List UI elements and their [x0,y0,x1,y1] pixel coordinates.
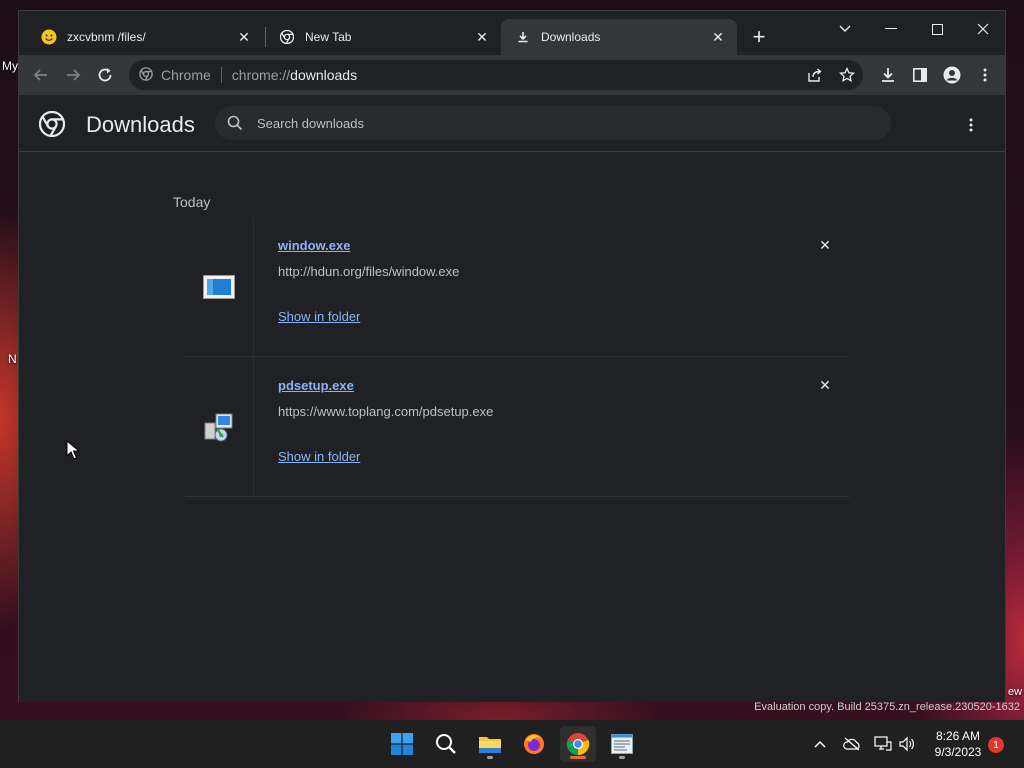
close-icon[interactable]: ✕ [235,28,253,46]
window-app-icon [185,217,253,357]
minimize-button[interactable] [871,15,911,43]
tab-new-tab[interactable]: New Tab ✕ [265,19,501,55]
tab-title: New Tab [305,30,352,44]
notepad-icon [611,734,633,754]
card-divider [253,357,254,497]
site-chip-label: Chrome [161,67,211,83]
more-menu-icon[interactable] [969,61,1001,89]
page-title: Downloads [86,112,195,137]
downloads-header: Downloads [19,95,1005,152]
omnibox-divider [220,67,222,83]
tab-title: Downloads [541,30,601,44]
download-icon [515,29,531,45]
notification-badge[interactable]: 1 [988,737,1004,753]
maximize-button[interactable] [917,15,957,43]
network-icon[interactable] [873,734,893,754]
tab-title: zxcvbnm /files/ [67,30,146,44]
chrome-icon [566,733,590,756]
date-section-label: Today [173,194,211,210]
file-explorer-button[interactable] [472,726,508,762]
search-icon [436,734,456,754]
url-host: downloads [290,67,358,83]
desktop-icon-label[interactable]: N [8,352,17,366]
side-panel-icon[interactable] [904,61,936,89]
search-input[interactable] [257,115,857,131]
download-item: window.exe http://hdun.org/files/window.… [185,217,849,357]
volume-icon[interactable] [897,734,917,754]
address-bar[interactable]: Chrome chrome://downloads [129,60,863,90]
windows-logo-icon [391,733,413,755]
evaluation-watermark: Evaluation copy. Build 25375.zn_release.… [754,701,1020,713]
remove-from-list-close-icon[interactable]: ✕ [815,235,835,255]
more-actions-icon[interactable] [961,115,981,135]
chrome-icon [279,29,295,45]
url-text[interactable]: chrome://downloads [232,67,357,83]
tab-search-chevron-icon[interactable] [825,15,865,43]
start-button[interactable] [384,726,420,762]
taskbar: 8:26 AM 9/3/2023 1 [0,720,1024,768]
tab-strip: zxcvbnm /files/ ✕ New Tab ✕ Downloads ✕ … [19,11,1005,55]
profile-avatar-icon[interactable] [936,61,968,89]
show-hidden-icons-chevron-icon[interactable] [810,734,830,754]
forward-button[interactable] [59,61,87,89]
url-scheme: chrome:// [231,67,291,83]
running-indicator [570,756,586,759]
tab-zxcvbnm[interactable]: zxcvbnm /files/ ✕ [27,19,263,55]
running-indicator [619,756,625,759]
show-in-folder-link[interactable]: Show in folder [278,309,360,324]
firefox-button[interactable] [516,726,552,762]
show-in-folder-link[interactable]: Show in folder [278,449,360,464]
share-icon[interactable] [799,60,831,90]
notepad-button[interactable] [604,726,640,762]
clock-date: 9/3/2023 [934,745,982,759]
chrome-logo-icon [38,110,66,138]
mouse-cursor-icon [66,439,81,465]
browser-window: zxcvbnm /files/ ✕ New Tab ✕ Downloads ✕ … [18,10,1006,702]
remove-from-list-close-icon[interactable]: ✕ [815,375,835,395]
file-name-link[interactable]: window.exe [278,238,350,253]
close-window-button[interactable] [963,15,1003,43]
file-url: http://hdun.org/files/window.exe [278,264,460,279]
running-indicator [487,756,493,759]
desktop-icon-label[interactable]: ew [1008,686,1022,698]
firefox-icon [524,734,544,754]
item-separator [185,496,849,497]
reload-button[interactable] [91,61,119,89]
back-button[interactable] [27,61,55,89]
card-divider [253,217,254,357]
downloads-page: Downloads Today window.exe http://hdun.o… [19,95,1005,702]
search-downloads-field[interactable] [215,106,891,140]
clock-time: 8:26 AM [935,729,981,743]
folder-icon [479,737,501,753]
close-icon[interactable]: ✕ [709,28,727,46]
bookmark-star-icon[interactable] [831,60,863,90]
file-name-link[interactable]: pdsetup.exe [278,378,354,393]
file-url: https://www.toplang.com/pdsetup.exe [278,404,494,419]
tab-downloads[interactable]: Downloads ✕ [501,19,737,55]
taskbar-clock[interactable]: 8:26 AM 9/3/2023 [928,728,988,760]
taskbar-search-button[interactable] [428,726,464,762]
desktop-icon-label[interactable]: My [2,59,18,73]
new-tab-button[interactable]: + [747,24,771,49]
browser-toolbar: Chrome chrome://downloads [19,55,1005,95]
close-icon[interactable]: ✕ [473,28,491,46]
chrome-icon [139,66,153,84]
installer-icon [185,357,253,497]
search-icon [227,115,243,131]
downloads-button[interactable] [872,61,904,89]
site-chip[interactable]: Chrome [139,66,211,84]
onedrive-offline-icon[interactable] [842,734,862,754]
download-item: pdsetup.exe https://www.toplang.com/pdse… [185,357,849,497]
chrome-taskbar-button[interactable] [560,726,596,762]
smiley-icon [41,29,57,45]
